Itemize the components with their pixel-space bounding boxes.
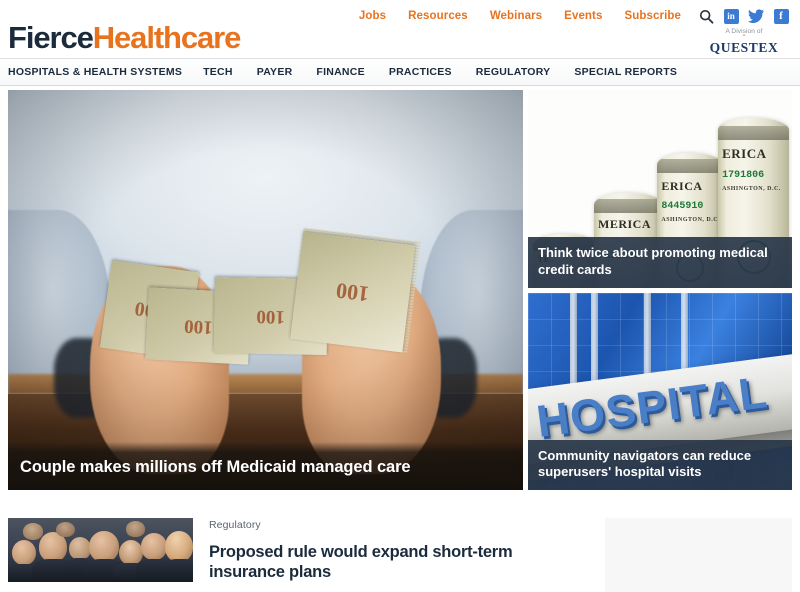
parent-company-logo[interactable]: A Division of ˆ QUESTEX bbox=[696, 28, 792, 55]
linkedin-icon[interactable]: in bbox=[720, 7, 742, 25]
secondary-story-headline-1: Think twice about promoting medical cred… bbox=[528, 237, 792, 288]
utility-nav: Jobs Resources Webinars Events Subscribe… bbox=[348, 7, 792, 25]
sidebar-ad-placeholder bbox=[604, 518, 792, 592]
secondary-story-card-2[interactable]: HOSPITAL Community navigators can reduce… bbox=[528, 292, 792, 490]
list-item: Regulatory Proposed rule would expand sh… bbox=[8, 518, 583, 592]
article-thumbnail[interactable] bbox=[8, 518, 193, 582]
featured-story-image: 100 100 100 100 bbox=[8, 90, 523, 490]
nav-item-finance[interactable]: FINANCE bbox=[316, 66, 377, 78]
hero-section: 100 100 100 100 Couple makes millions of… bbox=[0, 86, 800, 490]
site-logo-part-2: Healthcare bbox=[92, 20, 242, 55]
featured-story-headline: Couple makes millions off Medicaid manag… bbox=[8, 442, 523, 490]
main-nav: HOSPITALS & HEALTH SYSTEMS TECH PAYER FI… bbox=[0, 58, 800, 86]
secondary-story-headline-2: Community navigators can reduce superuse… bbox=[528, 439, 792, 490]
utility-nav-item-resources[interactable]: Resources bbox=[397, 10, 479, 22]
nav-item-special-reports[interactable]: SPECIAL REPORTS bbox=[574, 66, 690, 78]
article-headline[interactable]: Proposed rule would expand short-term in… bbox=[209, 542, 539, 583]
nav-item-tech[interactable]: TECH bbox=[203, 66, 246, 78]
utility-nav-item-webinars[interactable]: Webinars bbox=[479, 10, 553, 22]
article-kicker[interactable]: Regulatory bbox=[209, 519, 539, 531]
nav-item-payer[interactable]: PAYER bbox=[257, 66, 306, 78]
nav-item-hospitals-health-systems[interactable]: HOSPITALS & HEALTH SYSTEMS bbox=[8, 66, 195, 78]
search-icon[interactable] bbox=[695, 7, 717, 25]
secondary-story-card-1[interactable]: TE MERICA 7832135 ERICA 8445910 ASHINGTO… bbox=[528, 90, 792, 288]
secondary-story-column: TE MERICA 7832135 ERICA 8445910 ASHINGTO… bbox=[528, 90, 792, 490]
nav-item-practices[interactable]: PRACTICES bbox=[389, 66, 465, 78]
featured-story-card[interactable]: 100 100 100 100 Couple makes millions of… bbox=[8, 90, 523, 490]
article-image bbox=[8, 518, 193, 582]
utility-nav-item-subscribe[interactable]: Subscribe bbox=[613, 10, 692, 22]
nav-item-regulatory[interactable]: REGULATORY bbox=[476, 66, 564, 78]
site-header: Jobs Resources Webinars Events Subscribe… bbox=[0, 0, 800, 58]
utility-nav-item-events[interactable]: Events bbox=[553, 10, 613, 22]
site-logo[interactable]: FierceHealthcare bbox=[8, 20, 242, 55]
twitter-icon[interactable] bbox=[745, 7, 767, 25]
site-logo-part-1: Fierce bbox=[8, 20, 94, 55]
utility-nav-item-jobs[interactable]: Jobs bbox=[348, 10, 397, 22]
parent-company-name: QUESTEX bbox=[709, 39, 779, 55]
article-text: Regulatory Proposed rule would expand sh… bbox=[209, 518, 539, 592]
article-list: Regulatory Proposed rule would expand sh… bbox=[0, 490, 800, 592]
facebook-icon[interactable]: f bbox=[770, 7, 792, 25]
